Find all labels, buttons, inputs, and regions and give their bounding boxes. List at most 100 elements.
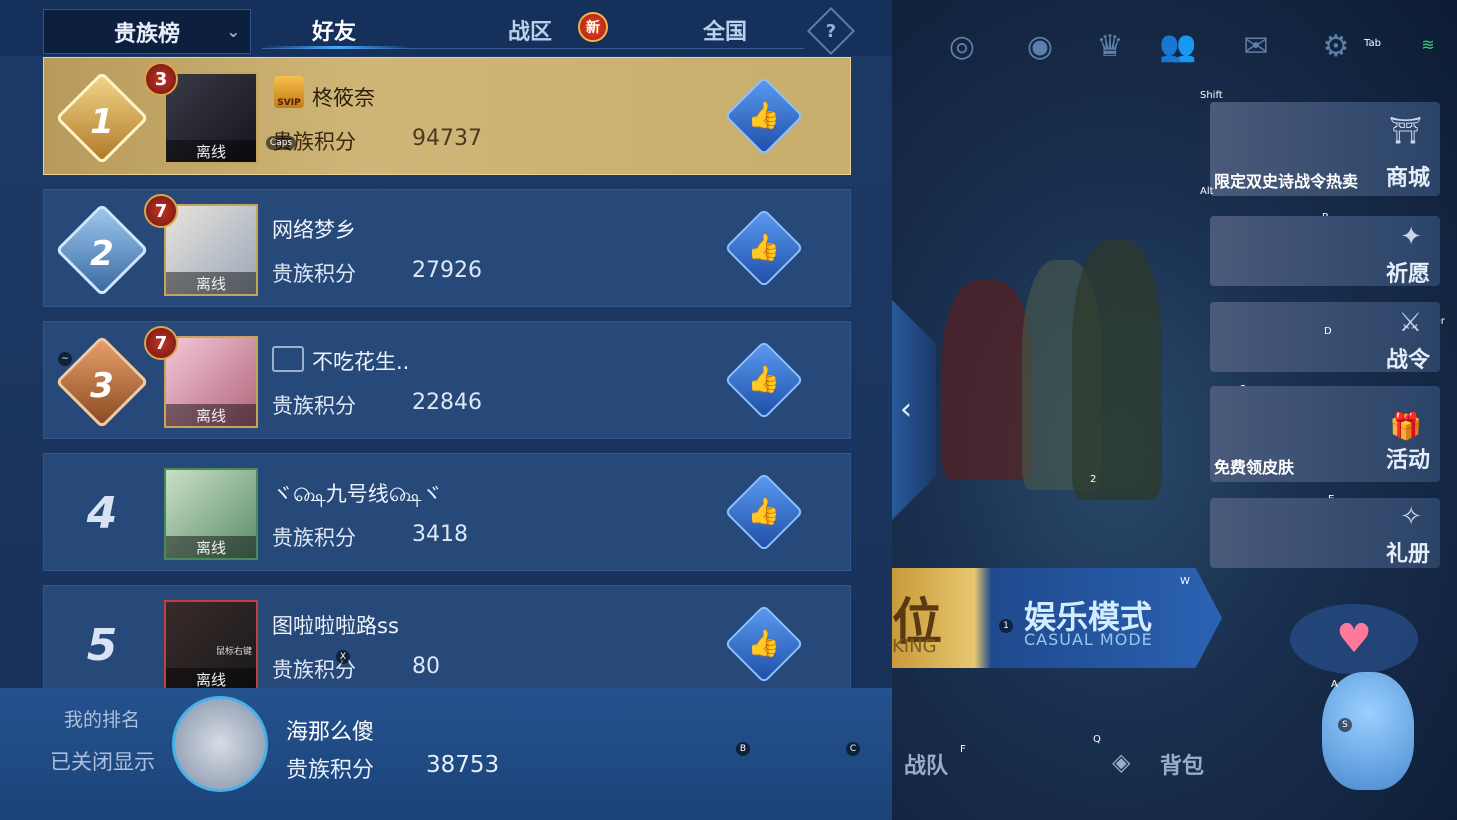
player-name: 图啦啦啦路ss	[272, 614, 399, 638]
like-button[interactable]: 👍	[724, 604, 804, 684]
score-label: 贵族积分	[272, 262, 356, 286]
rank-silver-badge-icon: 2	[55, 203, 149, 297]
bag-icon[interactable]: ◈	[1112, 748, 1130, 776]
thumbs-up-icon: 👍	[747, 233, 781, 263]
leaderboard-row[interactable]: 2 离线 7 网络梦乡 贵族积分 27926 👍	[43, 189, 851, 307]
rank-number: 5	[86, 619, 118, 671]
board-type-dropdown[interactable]: 贵族榜 ⌄	[43, 9, 251, 54]
active-tab-underline	[262, 46, 412, 49]
avatar[interactable]: 离线	[164, 204, 258, 296]
key-hint-1: 1	[999, 619, 1013, 633]
chevron-down-icon: ⌄	[226, 22, 240, 41]
player-name: 网络梦乡	[272, 218, 356, 242]
heart-bubble-icon[interactable]: ♥	[1290, 604, 1418, 674]
dropdown-label: 贵族榜	[113, 21, 180, 47]
gift-label: 礼册	[1385, 542, 1430, 567]
my-rank-bar: 我的排名 已关闭显示 海那么傻 贵族积分 38753 B C	[0, 688, 892, 820]
wifi-icon: ≋	[1421, 34, 1435, 54]
avatar-caption: 鼠标右键	[216, 647, 253, 657]
pass-icon: ⚔	[1398, 308, 1422, 338]
my-avatar[interactable]	[172, 696, 268, 792]
offline-status: 离线	[166, 404, 256, 426]
friends-icon[interactable]: 👥	[1158, 26, 1198, 66]
rank-number: 1	[90, 102, 114, 143]
leaderboard-row[interactable]: 1 离线 3 SVIP 柊筱奈 贵族积分 Caps 94737 👍	[43, 57, 851, 175]
key-hint-a: A	[1331, 679, 1338, 690]
svip-icon: SVIP	[274, 76, 304, 108]
leaderboard-row[interactable]: 4 离线 ヾ௸九号线௸ヾ 贵族积分 3418 👍	[43, 453, 851, 571]
pass-card[interactable]: ⚔ 战令 D	[1210, 302, 1440, 372]
tab-friends[interactable]: 好友	[312, 14, 356, 46]
gift-icon: ✧	[1400, 502, 1422, 532]
key-hint-x: X	[336, 650, 350, 664]
score-value: 27926	[412, 258, 482, 283]
chevron-left-icon: ‹	[900, 392, 912, 427]
offline-status: 离线	[166, 536, 256, 558]
shop-card[interactable]: ⛩ 商城 限定双史诗战令热卖	[1210, 102, 1440, 196]
like-button[interactable]: 👍	[724, 472, 804, 552]
key-hint-q: Q	[1093, 734, 1101, 745]
casual-mode-sub: CASUAL MODE	[1024, 630, 1153, 649]
player-name: 不吃花生..	[312, 350, 410, 374]
bag-button[interactable]: 背包	[1160, 748, 1204, 780]
event-card[interactable]: 🎁 活动 免费领皮肤	[1210, 386, 1440, 482]
avatar[interactable]: 离线	[164, 336, 258, 428]
wish-icon: ✦	[1400, 222, 1422, 252]
pass-label: 战令	[1385, 348, 1430, 372]
player-name: ヾ௸九号线௸ヾ	[272, 482, 443, 506]
like-button[interactable]: 👍	[724, 340, 804, 420]
my-rank-label: 我的排名	[64, 709, 141, 731]
my-score-label: 贵族积分	[286, 758, 375, 783]
avatar[interactable]: 离线	[164, 468, 258, 560]
score-value: 80	[412, 654, 440, 679]
leaderboard-row[interactable]: ~ 3 离线 7 不吃花生.. 贵族积分 22846 👍	[43, 321, 851, 439]
key-hint-w: W	[1180, 576, 1190, 587]
replay-icon[interactable]: ◉	[1020, 26, 1060, 66]
hero-figure	[942, 280, 1032, 480]
team-button[interactable]: 战队	[904, 748, 948, 780]
new-badge: 新	[578, 12, 608, 42]
flag-icon	[272, 346, 304, 372]
rank-number: 4	[86, 487, 118, 539]
like-button[interactable]: 👍	[724, 208, 804, 288]
offline-status: 离线	[166, 140, 256, 162]
event-subtitle: 免费领皮肤	[1214, 458, 1295, 477]
noble-level-badge: 3	[144, 62, 178, 96]
key-hint-caps: Caps	[266, 136, 296, 150]
wish-card[interactable]: ✦ 祈愿	[1210, 216, 1440, 286]
leaderboard-panel: 贵族榜 ⌄ 好友 战区 新 全国 ? 1 离线 3 SVIP 柊筱奈 贵族积分 …	[0, 0, 892, 820]
tab-national[interactable]: 全国	[703, 14, 747, 46]
thumbs-up-icon: 👍	[747, 365, 781, 395]
settings-icon[interactable]: ⚙	[1316, 26, 1356, 66]
offline-status: 离线	[166, 668, 256, 690]
player-name: 柊筱奈	[312, 86, 375, 110]
offline-status: 离线	[166, 272, 256, 294]
rank-number: 3	[90, 366, 114, 407]
avatar[interactable]: 鼠标右键 离线	[164, 600, 258, 692]
my-name: 海那么傻	[286, 720, 375, 745]
my-rank-value: 已关闭显示	[50, 750, 155, 774]
noble-level-badge: 7	[144, 326, 178, 360]
like-button[interactable]: 👍	[724, 76, 804, 156]
key-hint-shift: Shift	[1200, 90, 1223, 101]
rank-bronze-badge-icon: 3	[55, 335, 149, 429]
key-hint-2: 2	[1090, 474, 1097, 485]
avatar[interactable]: 离线	[164, 72, 258, 164]
tab-region[interactable]: 战区	[508, 14, 552, 46]
event-icon: 🎁	[1389, 412, 1422, 442]
mail-icon[interactable]: ✉	[1236, 26, 1276, 66]
leaderboard-row[interactable]: 5 鼠标右键 离线 图啦啦啦路ss 贵族积分 X 80 👍	[43, 585, 851, 703]
event-label: 活动	[1385, 448, 1430, 473]
score-value: 3418	[412, 522, 468, 547]
key-hint-f: F	[960, 744, 966, 755]
trophy-icon[interactable]: ♛	[1090, 26, 1130, 66]
shop-subtitle: 限定双史诗战令热卖	[1214, 172, 1359, 191]
hero-figure	[1072, 240, 1162, 500]
target-icon[interactable]: ◎	[942, 26, 982, 66]
score-value: 94737	[412, 126, 482, 151]
thumbs-up-icon: 👍	[747, 101, 781, 131]
wish-label: 祈愿	[1385, 262, 1430, 286]
key-hint-d: D	[1324, 326, 1332, 337]
rank-number: 2	[90, 234, 114, 275]
gift-card[interactable]: ✧ 礼册	[1210, 498, 1440, 568]
